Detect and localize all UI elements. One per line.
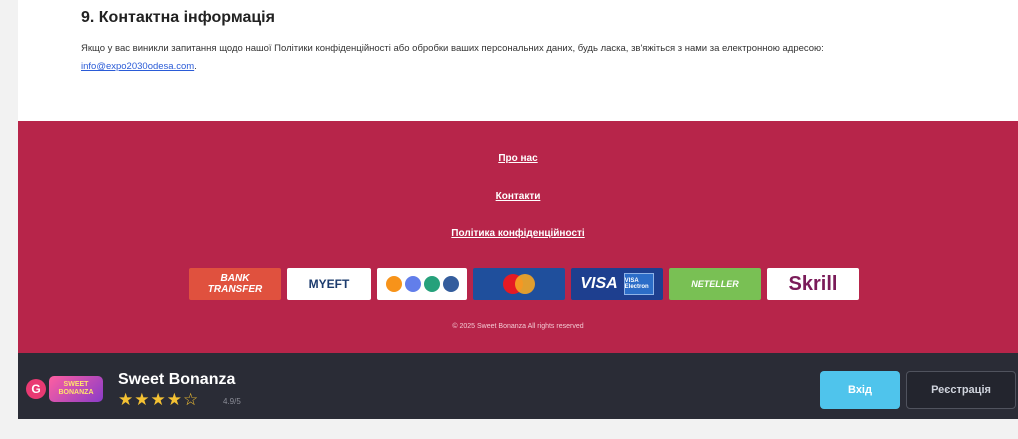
mastercard-orange-circle xyxy=(515,274,535,294)
tether-icon xyxy=(423,276,440,292)
mastercard-logo xyxy=(473,268,565,300)
bank-transfer-logo: BANK TRANSFER xyxy=(189,268,281,300)
logo-g-icon: G xyxy=(26,379,46,399)
litecoin-icon xyxy=(442,276,459,292)
neteller-logo: NETELLER xyxy=(669,268,761,300)
register-button[interactable]: Реєстрація xyxy=(906,371,1016,409)
bank-line2: TRANSFER xyxy=(207,284,263,295)
section-title: 9. Контактна інформація xyxy=(81,9,275,26)
section-paragraph: Якщо у вас виникли запитання щодо нашої … xyxy=(81,40,941,76)
skrill-logo: Skrill xyxy=(767,268,859,300)
myeft-logo: MYEFT xyxy=(287,268,371,300)
bank-line1: BANK xyxy=(220,273,250,284)
login-button[interactable]: Вхід xyxy=(820,371,900,409)
footer-link-contacts[interactable]: Контакти xyxy=(18,191,1018,202)
section-text: Якщо у вас виникли запитання щодо нашої … xyxy=(81,43,824,54)
copyright-text: © 2025 Sweet Bonanza All rights reserved xyxy=(452,323,584,330)
bitcoin-icon xyxy=(385,276,402,292)
rating-stars-icon: ★★★★☆ xyxy=(118,390,200,409)
content-section: 9. Контактна інформація Якщо у вас виник… xyxy=(18,0,1018,121)
rating-value: 4.9/5 xyxy=(223,397,241,406)
visa-logo: VISA VISA Electron xyxy=(571,268,663,300)
app-logo[interactable]: G SWEET BONANZA xyxy=(26,372,104,406)
footer-link-privacy[interactable]: Політика конфіденційності xyxy=(18,228,1018,239)
visa-text: VISA xyxy=(580,275,618,292)
section-text-end: . xyxy=(194,61,197,72)
visa-electron-card-icon: VISA Electron xyxy=(623,273,654,295)
footer-link-about[interactable]: Про нас xyxy=(18,153,1018,164)
app-name: Sweet Bonanza xyxy=(118,371,236,388)
footer: Про нас Контакти Політика конфіденційнос… xyxy=(18,121,1018,353)
page-frame: 9. Контактна інформація Якщо у вас виник… xyxy=(18,0,1018,419)
app-bar: G SWEET BONANZA Sweet Bonanza ★★★★☆ 4.9/… xyxy=(18,353,1018,419)
ethereum-icon xyxy=(404,276,421,292)
sweet-bonanza-logo-icon: SWEET BONANZA xyxy=(49,376,103,402)
payment-methods: BANK TRANSFER MYEFT VISA VISA Electron N… xyxy=(189,267,859,301)
contact-email-link[interactable]: info@expo2030odesa.com xyxy=(81,61,194,72)
crypto-logos xyxy=(377,268,467,300)
